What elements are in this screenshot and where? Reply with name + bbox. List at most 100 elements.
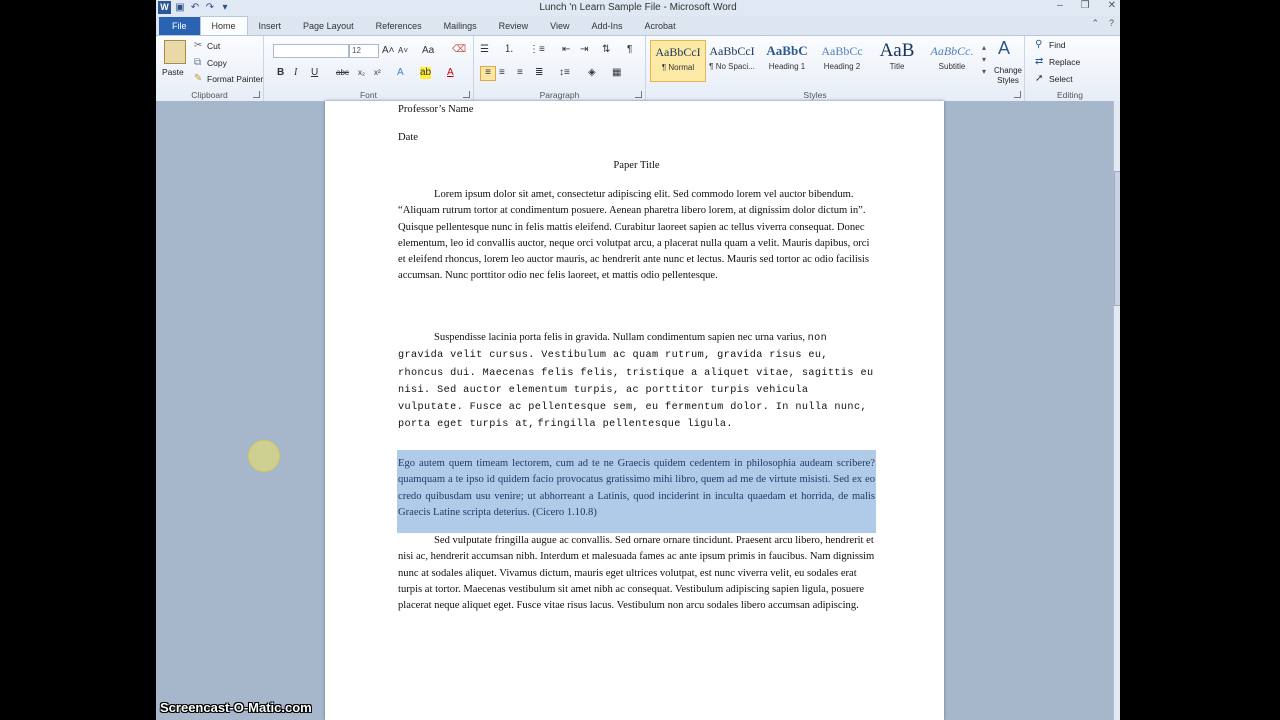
style-name: ¶ Normal	[661, 63, 695, 72]
style-preview: AaBbCc	[821, 44, 863, 58]
paper-title[interactable]: Paper Title	[398, 158, 875, 174]
bullets-icon[interactable]: ☰	[480, 44, 489, 56]
tab-acrobat[interactable]: Acrobat	[634, 17, 687, 35]
vertical-scrollbar[interactable]	[1113, 101, 1120, 720]
clipboard-launcher-icon[interactable]	[253, 91, 260, 98]
grow-font-icon[interactable]: A˄	[382, 45, 395, 57]
change-styles-icon[interactable]: A	[998, 38, 1010, 58]
word-window: W ▣ ↶ ↷ ▾ Lunch 'n Learn Sample File - M…	[156, 0, 1120, 720]
copy-icon[interactable]: ⧉	[194, 57, 201, 69]
paragraph-2[interactable]: Suspendisse lacinia porta felis in gravi…	[398, 330, 875, 434]
align-left-icon[interactable]: ≡	[480, 66, 496, 81]
justify-icon[interactable]: ≣	[535, 67, 543, 79]
copy-button[interactable]: Copy	[207, 58, 227, 68]
font-color-icon[interactable]: A	[447, 67, 454, 79]
restore-button[interactable]: ❐	[1081, 0, 1090, 11]
ribbon-home: Paste ✂ Cut ⧉ Copy ✎ Format Painter Clip…	[156, 35, 1120, 102]
replace-icon[interactable]: ⇄	[1035, 56, 1043, 68]
clear-formatting-icon[interactable]: ⌫	[452, 44, 466, 56]
strikethrough-icon[interactable]: abc	[336, 67, 349, 79]
style-preview: AaBbCcI	[709, 44, 755, 58]
paste-button[interactable]: Paste	[162, 67, 184, 77]
numbering-icon[interactable]: ⒈	[504, 44, 514, 56]
format-painter-icon[interactable]: ✎	[194, 73, 202, 85]
paragraph-label: Paragraph	[539, 90, 580, 100]
cut-button[interactable]: Cut	[207, 41, 220, 51]
style-title[interactable]: AaB Title	[870, 40, 924, 80]
font-size-box[interactable]: 12	[349, 44, 379, 58]
superscript-icon[interactable]: x²	[374, 67, 381, 79]
cut-icon[interactable]: ✂	[194, 40, 202, 52]
block-quote[interactable]: Ego autem quem timeam lectorem, cum ad t…	[398, 456, 875, 521]
help-icon[interactable]: ?	[1109, 18, 1114, 29]
change-case-icon[interactable]: Aa	[422, 45, 434, 57]
tab-review[interactable]: Review	[488, 17, 540, 35]
style-preview: AaBbCcI	[655, 45, 701, 59]
borders-icon[interactable]: ▦	[612, 67, 621, 79]
style-normal[interactable]: AaBbCcI ¶ Normal	[650, 40, 706, 82]
styles-scroll-icon[interactable]: ▴ ▾ ▾	[982, 42, 986, 78]
underline-icon[interactable]: U	[311, 67, 318, 79]
scrollbar-thumb[interactable]	[1114, 171, 1120, 306]
styles-label: Styles	[803, 90, 827, 100]
tab-view[interactable]: View	[539, 17, 580, 35]
replace-button[interactable]: Replace	[1049, 57, 1080, 67]
style-name: ¶ No Spaci...	[709, 62, 755, 71]
date-line[interactable]: Date	[398, 130, 875, 146]
subscript-icon[interactable]: x₂	[358, 67, 365, 79]
professor-name[interactable]: Professor’s Name	[398, 102, 875, 118]
shading-icon[interactable]: ◈	[588, 67, 596, 79]
style-heading-2[interactable]: AaBbCc Heading 2	[815, 40, 869, 80]
paragraph-launcher-icon[interactable]	[635, 91, 642, 98]
select-button[interactable]: Select	[1049, 74, 1073, 84]
highlight-icon[interactable]: ab	[420, 67, 432, 79]
sort-icon[interactable]: ⇅	[602, 44, 610, 56]
style-heading-1[interactable]: AaBbC Heading 1	[760, 40, 814, 80]
italic-icon[interactable]: I	[294, 67, 297, 79]
tab-home[interactable]: Home	[199, 16, 248, 35]
document-page[interactable]: Professor’s Name Date Paper Title Lorem …	[325, 101, 944, 720]
font-name-box[interactable]	[273, 44, 349, 58]
line-spacing-icon[interactable]: ↕≡	[559, 67, 570, 79]
find-button[interactable]: Find	[1049, 40, 1066, 50]
shrink-font-icon[interactable]: A˅	[398, 45, 408, 57]
editing-label: Editing	[1057, 90, 1083, 100]
font-launcher-icon[interactable]	[463, 91, 470, 98]
tab-add-ins[interactable]: Add-Ins	[581, 17, 634, 35]
change-styles-button[interactable]: Change Styles	[993, 66, 1023, 86]
select-icon[interactable]: ➚	[1035, 73, 1043, 85]
styles-launcher-icon[interactable]	[1014, 91, 1021, 98]
align-center-icon[interactable]: ≡	[499, 67, 505, 79]
increase-indent-icon[interactable]: ⇥	[580, 44, 588, 56]
paragraph-2-mono: non gravida velit cursus. Vestibulum ac …	[398, 333, 874, 431]
show-formatting-icon[interactable]: ¶	[627, 44, 632, 56]
tab-page-layout[interactable]: Page Layout	[292, 17, 365, 35]
style-name: Title	[889, 62, 905, 71]
multilevel-list-icon[interactable]: ⋮≡	[529, 44, 545, 56]
paragraph-group: ☰ ⒈ ⋮≡ ⇤ ⇥ ⇅ ¶ ≡ ≡ ≡ ≣ ↕≡ ◈ ▦ Paragraph	[474, 36, 646, 101]
title-bar: W ▣ ↶ ↷ ▾ Lunch 'n Learn Sample File - M…	[156, 0, 1120, 16]
minimize-ribbon-icon[interactable]: ⌃	[1091, 18, 1099, 29]
ribbon-tabs: File Home Insert Page Layout References …	[156, 16, 1120, 35]
screencast-watermark: Screencast-O-Matic.com	[160, 700, 312, 715]
minimize-button[interactable]: –	[1057, 0, 1063, 11]
clipboard-group: Paste ✂ Cut ⧉ Copy ✎ Format Painter Clip…	[156, 36, 264, 101]
format-painter-button[interactable]: Format Painter	[207, 74, 263, 84]
close-button[interactable]: ✕	[1108, 0, 1116, 11]
paste-icon[interactable]	[164, 40, 186, 64]
style-no-spacing[interactable]: AaBbCcI ¶ No Spaci...	[705, 40, 759, 80]
text-effects-icon[interactable]: A	[397, 67, 404, 79]
find-icon[interactable]: ⚲	[1035, 39, 1042, 51]
align-right-icon[interactable]: ≡	[517, 67, 523, 79]
style-subtitle[interactable]: AaBbCc. Subtitle	[925, 40, 979, 80]
tab-file[interactable]: File	[159, 17, 200, 35]
paragraph-1[interactable]: Lorem ipsum dolor sit amet, consectetur …	[398, 187, 875, 285]
ribbon-right-controls: ⌃ ?	[1091, 18, 1114, 29]
decrease-indent-icon[interactable]: ⇤	[562, 44, 570, 56]
tab-insert[interactable]: Insert	[248, 17, 293, 35]
tab-references[interactable]: References	[365, 17, 433, 35]
paragraph-4[interactable]: Sed vulputate fringilla augue ac convall…	[398, 533, 875, 614]
tab-mailings[interactable]: Mailings	[433, 17, 488, 35]
style-name: Heading 2	[823, 62, 861, 71]
bold-icon[interactable]: B	[277, 67, 284, 79]
